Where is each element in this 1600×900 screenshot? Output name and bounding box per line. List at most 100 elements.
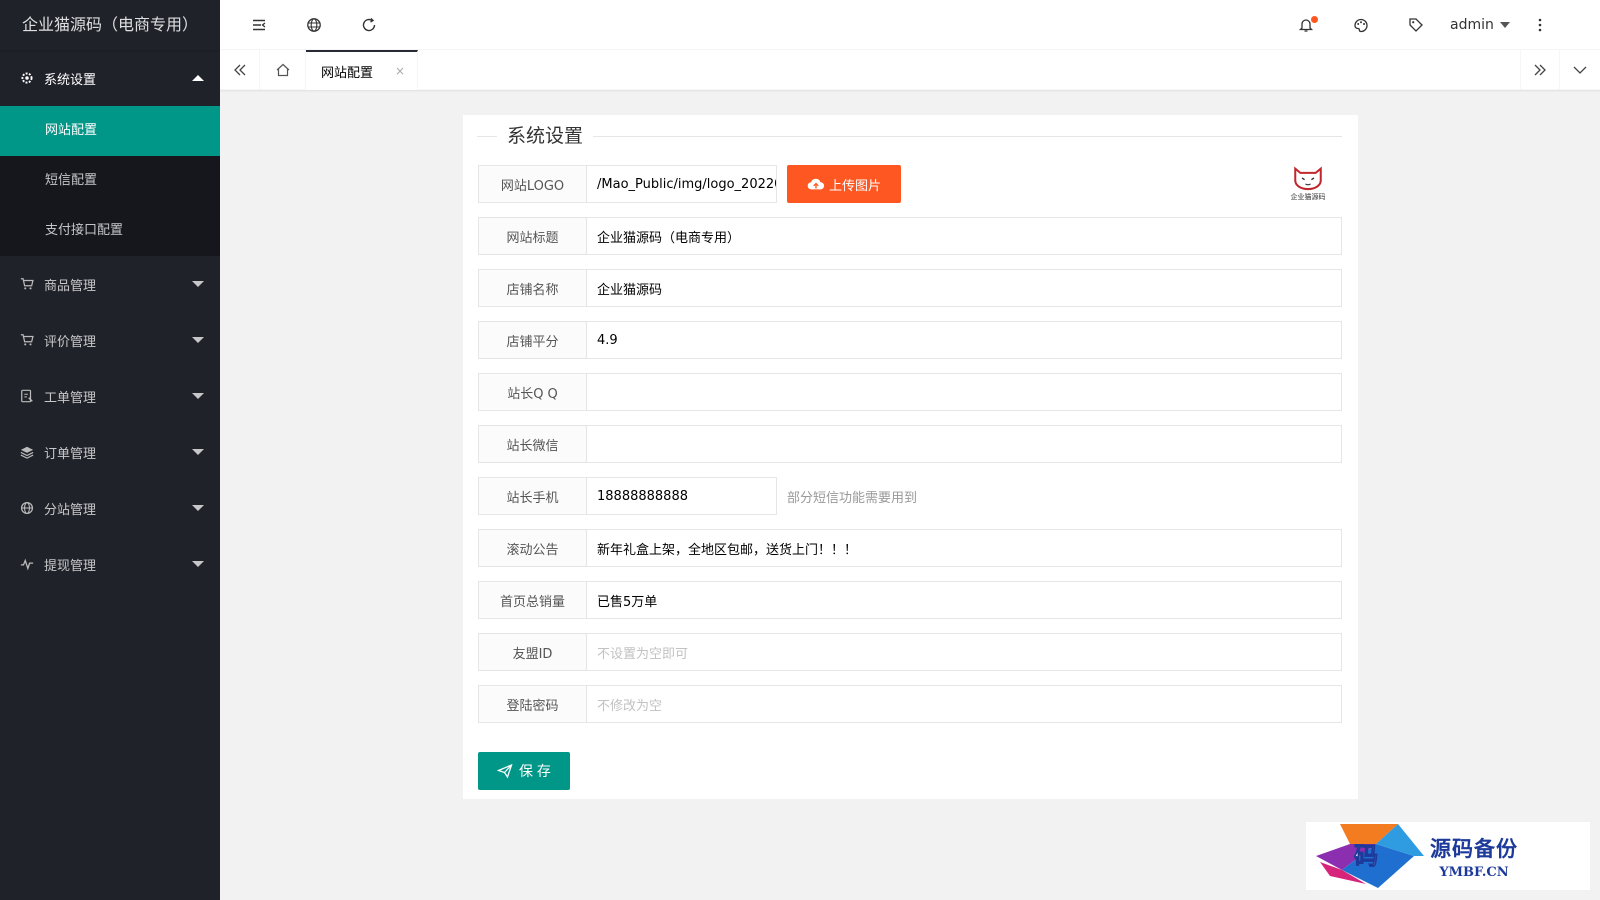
form-row-total-sales: 首页总销量 已售5万单 (478, 581, 1342, 619)
sidebar-menu: 系统设置 网站配置 短信配置 支付接口配置 商品管理 评价管理 工单管理 订单管… (0, 50, 220, 592)
field-label: 滚动公告 (478, 529, 587, 567)
sidebar-item-site-config[interactable]: 网站配置 (0, 106, 220, 156)
field-label: 网站标题 (478, 217, 587, 255)
section-header: 系统设置 (477, 123, 1342, 149)
admin-qq-input[interactable] (587, 373, 1342, 411)
form-row-umeng-id: 友盟ID 不设置为空即可 (478, 633, 1342, 671)
pulse-icon (20, 557, 34, 571)
tabs-dropdown-icon[interactable] (1560, 50, 1600, 90)
menu-head-withdrawal-management[interactable]: 提现管理 (0, 536, 220, 592)
layers-icon (20, 445, 34, 459)
upload-image-button[interactable]: 上传图片 (787, 165, 901, 203)
logo-path-input[interactable]: /Mao_Public/img/logo_20220 (587, 165, 777, 203)
caret-down-icon (192, 449, 204, 455)
field-label: 站长手机 (478, 477, 587, 515)
settings-card: 系统设置 企业猫源码 网站LOGO /Mao_Public/img/logo_2… (463, 115, 1358, 799)
tag-icon[interactable] (1391, 0, 1441, 50)
top-header: admin (220, 0, 1600, 50)
home-icon[interactable] (260, 50, 306, 90)
theme-icon[interactable] (1336, 0, 1386, 50)
caret-down-icon (192, 561, 204, 567)
admin-wechat-input[interactable] (587, 425, 1342, 463)
menu-label: 系统设置 (44, 72, 97, 88)
cloud-upload-icon (807, 178, 825, 190)
bell-icon[interactable] (1281, 0, 1331, 50)
menu-head-system-settings[interactable]: 系统设置 (0, 50, 220, 106)
field-label: 站长Q Q (478, 373, 587, 411)
save-button[interactable]: 保 存 (478, 752, 570, 790)
menu-toggle-icon[interactable] (234, 0, 284, 50)
divider (477, 136, 1342, 137)
sidebar-item-payment-config[interactable]: 支付接口配置 (0, 206, 220, 256)
watermark-logo-icon: 码 (1316, 824, 1424, 888)
field-label: 登陆密码 (478, 685, 587, 723)
menu-label: 分站管理 (44, 502, 97, 518)
tab-label: 网站配置 (321, 65, 374, 81)
menu-group-orders: 订单管理 (0, 424, 220, 480)
field-label: 站长微信 (478, 425, 587, 463)
logo-caption: 企业猫源码 (1290, 193, 1326, 201)
form-row-admin-qq: 站长Q Q (478, 373, 1342, 411)
total-sales-input[interactable]: 已售5万单 (587, 581, 1342, 619)
form-row-site-title: 网站标题 企业猫源码（电商专用） (478, 217, 1342, 255)
cat-logo-icon (1294, 166, 1322, 191)
cart-icon (20, 333, 34, 347)
field-label: 店铺名称 (478, 269, 587, 307)
menu-label: 订单管理 (44, 446, 97, 462)
app-brand[interactable]: 企业猫源码（电商专用） (0, 0, 220, 50)
caret-down-icon (192, 337, 204, 343)
menu-head-substation-management[interactable]: 分站管理 (0, 480, 220, 536)
tab-site-config[interactable]: 网站配置 × (306, 50, 418, 90)
chevron-down-icon (1499, 22, 1510, 28)
sidebar-item-sms-config[interactable]: 短信配置 (0, 156, 220, 206)
logo-preview: 企业猫源码 (1285, 165, 1331, 205)
caret-up-icon (192, 75, 204, 81)
field-label: 店铺平分 (478, 321, 587, 359)
menu-group-products: 商品管理 (0, 256, 220, 312)
menu-head-ticket-management[interactable]: 工单管理 (0, 368, 220, 424)
tabs-next-icon[interactable] (1520, 50, 1560, 90)
menu-head-product-management[interactable]: 商品管理 (0, 256, 220, 312)
form-row-admin-wechat: 站长微信 (478, 425, 1342, 463)
menu-group-substations: 分站管理 (0, 480, 220, 536)
globe-icon (20, 501, 34, 515)
menu-head-review-management[interactable]: 评价管理 (0, 312, 220, 368)
watermark: 码 源码备份 YMBF.CN (1306, 822, 1590, 890)
watermark-text: 源码备份 YMBF.CN (1430, 833, 1518, 880)
admin-phone-input[interactable]: 18888888888 (587, 477, 777, 515)
umeng-id-input[interactable]: 不设置为空即可 (587, 633, 1342, 671)
refresh-icon[interactable] (344, 0, 394, 50)
user-menu[interactable]: admin (1450, 0, 1510, 50)
menu-group-reviews: 评价管理 (0, 312, 220, 368)
submenu-system: 网站配置 短信配置 支付接口配置 (0, 106, 220, 256)
save-label: 保 存 (519, 763, 551, 779)
menu-head-order-management[interactable]: 订单管理 (0, 424, 220, 480)
announcement-input[interactable]: 新年礼盒上架，全地区包邮，送货上门！！！ (587, 529, 1342, 567)
field-label: 首页总销量 (478, 581, 587, 619)
field-label: 网站LOGO (478, 165, 587, 203)
shop-name-input[interactable]: 企业猫源码 (587, 269, 1342, 307)
shop-rating-input[interactable]: 4.9 (587, 321, 1342, 359)
watermark-cn: 源码备份 (1430, 835, 1518, 861)
menu-group-withdrawals: 提现管理 (0, 536, 220, 592)
site-title-input[interactable]: 企业猫源码（电商专用） (587, 217, 1342, 255)
send-icon (497, 763, 513, 779)
menu-label: 商品管理 (44, 278, 97, 294)
globe-icon[interactable] (289, 0, 339, 50)
sidebar: 企业猫源码（电商专用） 系统设置 网站配置 短信配置 支付接口配置 商品管理 评… (0, 0, 220, 900)
caret-down-icon (192, 505, 204, 511)
section-title: 系统设置 (497, 123, 594, 149)
more-icon[interactable] (1515, 0, 1565, 50)
watermark-mark-char: 码 (1354, 841, 1378, 870)
tabs-prev-icon[interactable] (220, 50, 260, 90)
form-row-shop-name: 店铺名称 企业猫源码 (478, 269, 1342, 307)
gear-icon (20, 71, 34, 85)
menu-label: 评价管理 (44, 334, 97, 350)
menu-group-system: 系统设置 网站配置 短信配置 支付接口配置 (0, 50, 220, 256)
close-icon[interactable]: × (395, 64, 405, 78)
cart-icon (20, 277, 34, 291)
field-label: 友盟ID (478, 633, 587, 671)
form-row-login-password: 登陆密码 不修改为空 (478, 685, 1342, 723)
login-password-input[interactable]: 不修改为空 (587, 685, 1342, 723)
username: admin (1450, 17, 1494, 33)
